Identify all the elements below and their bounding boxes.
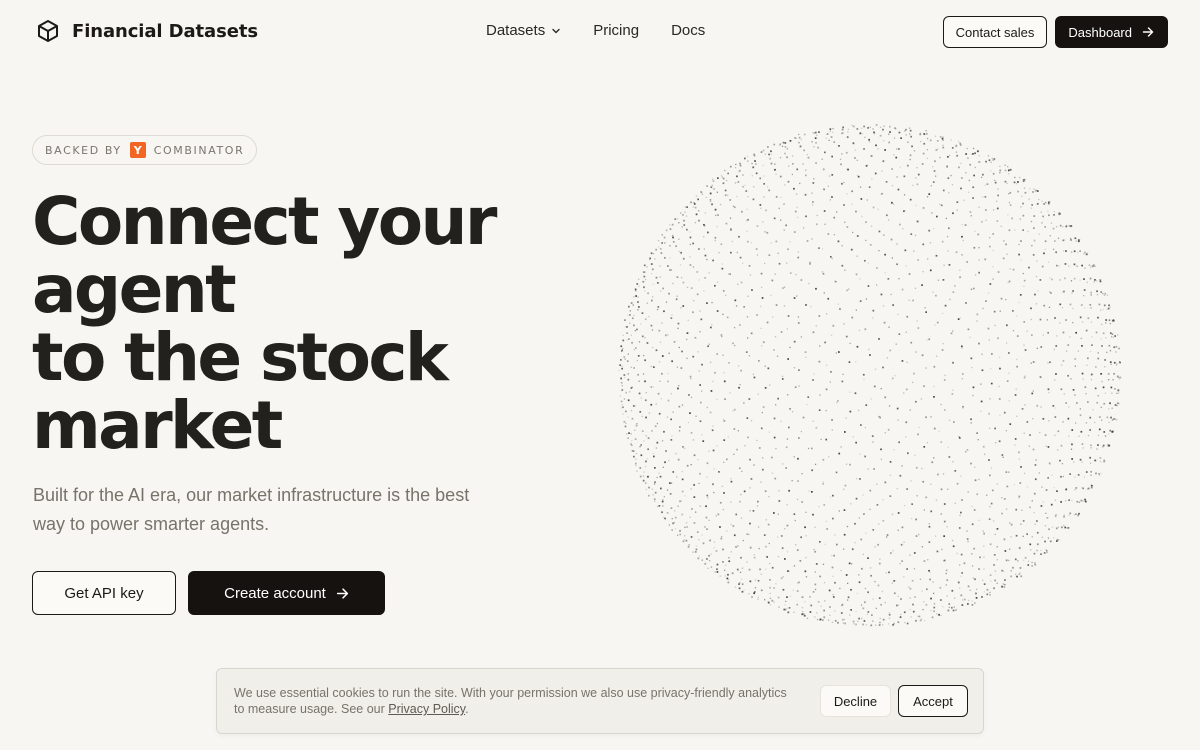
cube-icon [38,20,58,42]
chevron-down-icon [552,28,560,33]
decline-cookies-button[interactable]: Decline [820,685,891,717]
nav-docs[interactable]: Docs [671,22,705,39]
headline-line: market [32,387,283,464]
main-nav: Datasets Pricing Docs [486,22,705,39]
accept-cookies-button[interactable]: Accept [898,685,968,717]
dashboard-button[interactable]: Dashboard [1055,16,1168,48]
arrow-right-icon [1142,27,1154,37]
badge-prefix: BACKED BY [45,143,122,157]
cookie-message: We use essential cookies to run the site… [234,685,794,717]
headline-line: agent [32,251,237,328]
hero-cta-row: Get API key Create account [32,571,385,615]
headline-line: to the stock [32,319,449,396]
brand-logo[interactable]: Financial Datasets [36,19,258,43]
nav-datasets[interactable]: Datasets [486,22,561,39]
badge-suffix: COMBINATOR [153,143,245,157]
dashboard-button-label: Dashboard [1068,24,1132,40]
cookie-text: We use essential cookies to run the site… [234,686,787,716]
cookie-banner: We use essential cookies to run the site… [216,668,984,734]
site-header: Financial Datasets Datasets Pricing Docs… [0,0,1200,64]
dotted-globe-illustration [618,124,1122,627]
y-combinator-logo: Y [129,142,146,158]
privacy-policy-link[interactable]: Privacy Policy [388,702,465,716]
hero-headline: Connect your agent to the stock market [32,188,552,460]
create-account-label: Create account [224,584,326,602]
create-account-button[interactable]: Create account [188,571,385,615]
headline-line: Connect your [32,183,497,260]
backed-by-badge: BACKED BY Y COMBINATOR [32,135,258,165]
hero-subtext: Built for the AI era, our market infrast… [33,485,470,534]
nav-datasets-label: Datasets [486,22,546,39]
header-actions: Contact sales Dashboard [942,16,1168,48]
get-api-key-button[interactable]: Get API key [32,571,176,615]
cookie-text-end: . [465,702,469,716]
nav-pricing[interactable]: Pricing [593,22,639,39]
brand-name: Financial Datasets [72,20,258,42]
contact-sales-button[interactable]: Contact sales [942,16,1048,48]
arrow-right-icon [336,587,348,599]
